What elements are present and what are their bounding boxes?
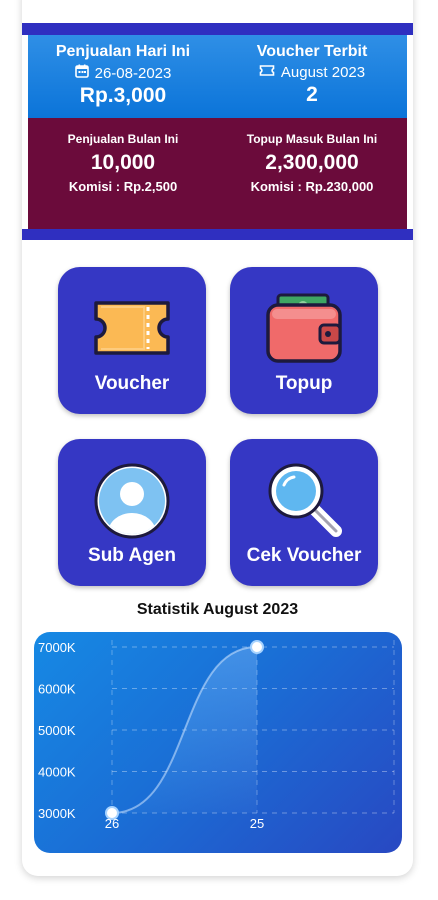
cek-voucher-label: Cek Voucher	[246, 545, 362, 566]
voucher-issued-title: Voucher Terbit	[256, 43, 368, 60]
voucher-label: Voucher	[94, 373, 170, 394]
sub-agen-button[interactable]: Sub Agen	[58, 439, 206, 586]
sales-today-date-row: 26-08-2023	[28, 64, 218, 82]
y-tick-label: 5000K	[38, 723, 76, 738]
monthly-sales-section: Penjualan Bulan Ini 10,000 Komisi : Rp.2…	[28, 118, 218, 194]
monthly-topup-commission: Komisi : Rp.230,000	[250, 179, 374, 194]
cek-voucher-button[interactable]: Cek Voucher	[230, 439, 378, 586]
sales-today-title: Penjualan Hari Ini	[55, 43, 191, 60]
y-tick-label: 3000K	[38, 806, 76, 821]
sub-agen-label: Sub Agen	[88, 545, 176, 566]
monthly-sales-value: 10,000	[90, 151, 156, 174]
statistics-title: Statistik August 2023	[136, 601, 299, 618]
voucher-button[interactable]: Voucher	[58, 267, 206, 414]
bottom-divider-band	[22, 229, 413, 240]
chart-svg: 3000K 4000K 5000K 6000K 7000K 26 25	[38, 640, 395, 831]
sales-today-section: Penjualan Hari Ini 26-08-2023 Rp.3,000	[28, 35, 218, 108]
y-tick-label: 6000K	[38, 682, 76, 697]
monthly-topup-section: Topup Masuk Bulan Ini 2,300,000 Komisi :…	[217, 118, 407, 194]
monthly-sales-commission: Komisi : Rp.2,500	[68, 179, 178, 194]
x-tick-label: 25	[250, 816, 264, 831]
magnifier-icon	[264, 463, 344, 539]
wallet-icon	[264, 291, 344, 367]
topup-button[interactable]: Topup	[230, 267, 378, 414]
voucher-issued-period: August 2023	[280, 64, 366, 81]
voucher-issued-section: Voucher Terbit August 2023 2	[217, 35, 407, 107]
sales-today-date: 26-08-2023	[94, 64, 172, 82]
topup-label: Topup	[275, 373, 333, 394]
monthly-topup-title: Topup Masuk Bulan Ini	[246, 132, 378, 146]
statistics-chart: 3000K 4000K 5000K 6000K 7000K 26 25	[34, 632, 402, 853]
dashboard-card: Penjualan Hari Ini 26-08-2023 Rp.3,000 V…	[22, 0, 413, 876]
y-tick-label: 7000K	[38, 640, 76, 655]
user-avatar-icon	[92, 463, 172, 539]
data-point	[250, 640, 264, 654]
ticket-icon	[259, 64, 275, 81]
x-tick-label: 26	[105, 816, 119, 831]
top-divider-band	[22, 23, 413, 35]
monthly-summary-panel: Penjualan Bulan Ini 10,000 Komisi : Rp.2…	[28, 118, 407, 229]
monthly-topup-value: 2,300,000	[265, 151, 359, 174]
voucher-issued-period-row: August 2023	[217, 64, 407, 81]
daily-summary-panel: Penjualan Hari Ini 26-08-2023 Rp.3,000 V…	[28, 35, 407, 118]
y-tick-label: 4000K	[38, 765, 76, 780]
calendar-icon	[74, 64, 89, 82]
monthly-sales-title: Penjualan Bulan Ini	[67, 132, 179, 146]
voucher-ticket-icon	[92, 291, 172, 367]
sales-today-amount: Rp.3,000	[79, 84, 167, 107]
voucher-issued-count: 2	[306, 83, 318, 106]
